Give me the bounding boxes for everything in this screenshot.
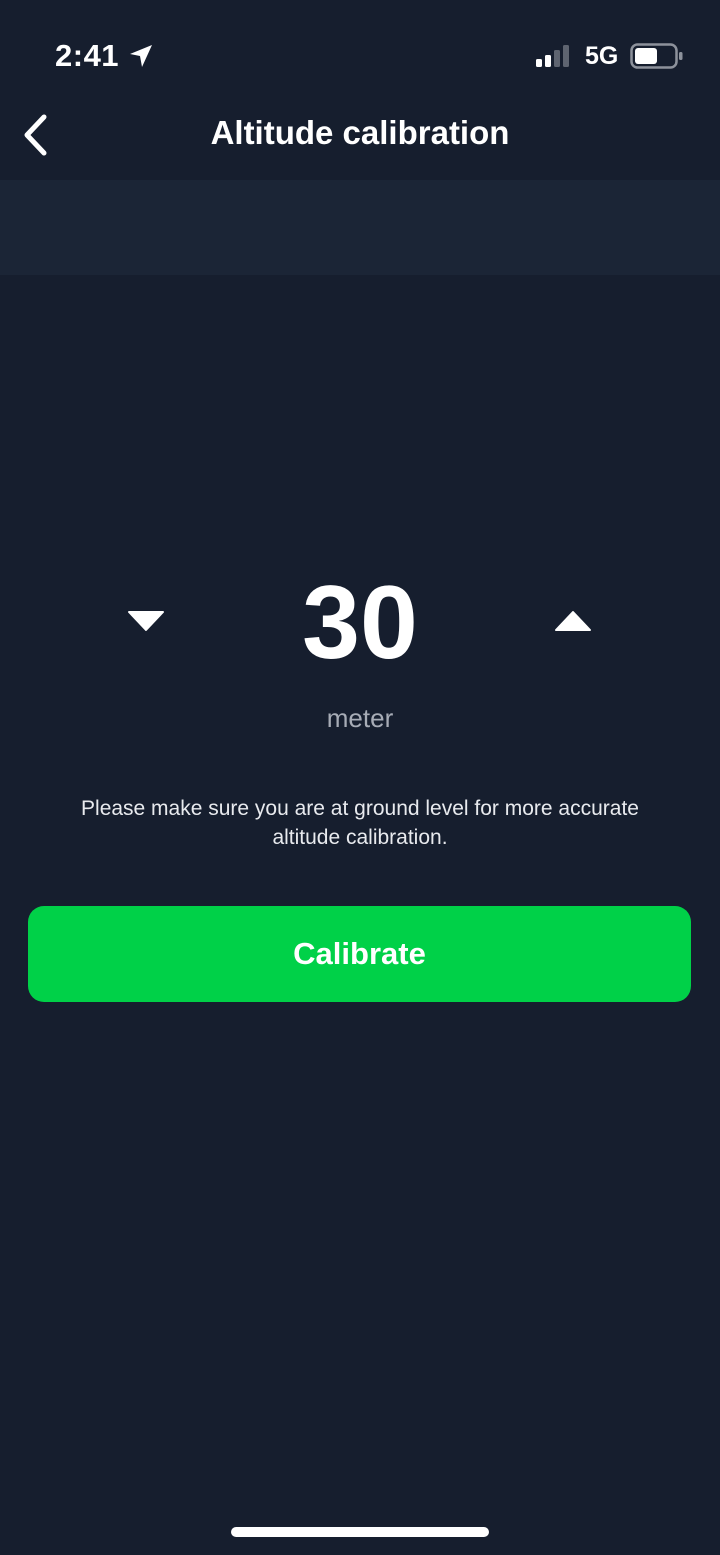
location-arrow-icon [128, 43, 154, 69]
home-indicator[interactable] [231, 1527, 489, 1537]
battery-icon [630, 43, 684, 69]
calibration-hint: Please make sure you are at ground level… [81, 797, 639, 849]
altitude-unit: meter [326, 703, 394, 733]
altitude-value: 30 [302, 565, 418, 681]
header-band [0, 180, 720, 275]
navigation-bar: Altitude calibration [0, 100, 720, 180]
triangle-down-icon [127, 610, 165, 637]
triangle-up-icon [554, 610, 592, 637]
calibrate-button[interactable]: Calibrate [28, 906, 691, 1002]
network-type: 5G [585, 42, 619, 70]
page-title: Altitude calibration [210, 114, 510, 151]
status-time: 2:41 [55, 38, 120, 73]
altitude-calibration-screen: 2:41 5G Altitude calibration 30 meter Pl… [0, 0, 720, 1555]
altitude-stepper: 30 [0, 560, 720, 690]
cellular-signal-icon [536, 45, 574, 67]
increment-button[interactable] [543, 598, 603, 648]
status-bar: 2:41 5G [0, 0, 720, 100]
decrement-button[interactable] [116, 598, 176, 648]
